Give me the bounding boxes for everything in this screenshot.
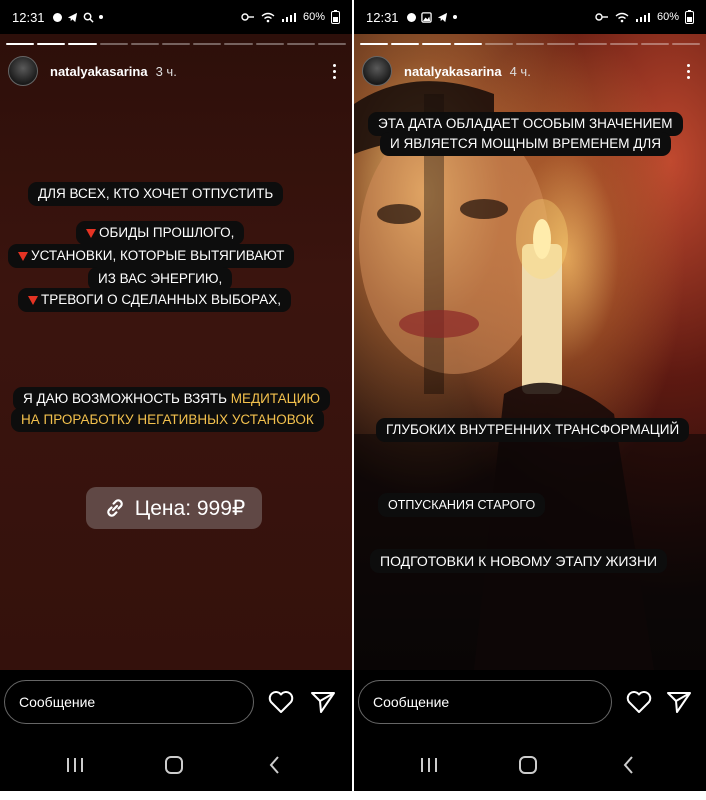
system-nav-bar bbox=[0, 738, 352, 791]
time-ago: 4 ч. bbox=[509, 63, 531, 79]
story-screen-right: 12:31 60% natalyakasarina 4 ч. ЭТА ДАТА … bbox=[354, 0, 706, 791]
more-icon[interactable] bbox=[680, 63, 696, 79]
price-label: Цена: 999₽ bbox=[134, 496, 246, 520]
story-progress bbox=[6, 43, 347, 45]
telegram-icon bbox=[67, 12, 77, 22]
price-link-sticker[interactable]: Цена: 999₽ bbox=[86, 487, 262, 529]
battery-icon bbox=[685, 10, 694, 24]
system-icons: 60% bbox=[595, 10, 694, 24]
caption-line: ДЛЯ ВСЕХ, КТО ХОЧЕТ ОТПУСТИТЬ bbox=[28, 182, 284, 206]
caption-line: ОТПУСКАНИЯ СТАРОГО bbox=[378, 493, 546, 517]
more-notifications-dot bbox=[98, 15, 103, 19]
avatar[interactable] bbox=[362, 56, 392, 86]
back-icon[interactable] bbox=[268, 756, 282, 774]
story-progress bbox=[360, 43, 701, 45]
status-bar: 12:31 60% bbox=[354, 0, 706, 34]
back-icon[interactable] bbox=[622, 756, 636, 774]
caption-item: ТРЕВОГИ О СДЕЛАННЫХ ВЫБОРАХ, bbox=[18, 288, 292, 312]
triangle-icon bbox=[86, 228, 96, 238]
signal-icon bbox=[281, 12, 296, 22]
story-screen-left: 12:31 60% natalyakasarina 3 ч. ДЛЯ ВСЕХ,… bbox=[0, 0, 352, 791]
message-input[interactable]: Сообщение bbox=[358, 680, 612, 724]
caption-offer: НА ПРОРАБОТКУ НЕГАТИВНЫХ УСТАНОВОК bbox=[11, 408, 324, 432]
status-time: 12:31 bbox=[12, 9, 45, 25]
recent-apps-icon[interactable] bbox=[418, 758, 440, 772]
caption-line: ПОДГОТОВКИ К НОВОМУ ЭТАПУ ЖИЗНИ bbox=[370, 549, 668, 573]
status-bar: 12:31 60% bbox=[0, 0, 352, 34]
time-ago: 3 ч. bbox=[155, 63, 177, 79]
caption-line: ГЛУБОКИХ ВНУТРЕННИХ ТРАНСФОРМАЦИЙ bbox=[376, 418, 690, 442]
status-time: 12:31 bbox=[366, 9, 399, 25]
reply-bar: Сообщение bbox=[354, 670, 706, 738]
username[interactable]: natalyakasarina bbox=[404, 64, 502, 79]
system-nav-bar bbox=[354, 738, 706, 791]
story-content[interactable]: natalyakasarina 3 ч. ДЛЯ ВСЕХ, КТО ХОЧЕТ… bbox=[0, 34, 352, 670]
avatar[interactable] bbox=[8, 56, 38, 86]
caption-item: ОБИДЫ ПРОШЛОГО, bbox=[76, 221, 245, 245]
wifi-icon bbox=[615, 12, 629, 22]
link-icon bbox=[106, 499, 123, 517]
recent-apps-icon[interactable] bbox=[64, 758, 86, 772]
triangle-icon bbox=[28, 295, 38, 305]
username[interactable]: natalyakasarina bbox=[50, 64, 148, 79]
home-icon[interactable] bbox=[165, 756, 183, 774]
image-icon bbox=[420, 11, 432, 23]
system-icons: 60% bbox=[241, 10, 340, 24]
battery-percent: 60% bbox=[302, 11, 325, 23]
story-header: natalyakasarina 4 ч. bbox=[362, 56, 696, 86]
notification-icons bbox=[406, 11, 457, 23]
signal-icon bbox=[635, 12, 650, 22]
message-input[interactable]: Сообщение bbox=[4, 680, 254, 724]
notification-dot-icon bbox=[52, 12, 62, 22]
story-content[interactable]: natalyakasarina 4 ч. ЭТА ДАТА ОБЛАДАЕТ О… bbox=[354, 34, 706, 670]
search-icon bbox=[83, 12, 94, 23]
send-icon[interactable] bbox=[310, 690, 336, 714]
send-icon[interactable] bbox=[666, 690, 692, 714]
story-header: natalyakasarina 3 ч. bbox=[8, 56, 342, 86]
triangle-icon bbox=[18, 251, 28, 261]
caption-item: УСТАНОВКИ, КОТОРЫЕ ВЫТЯГИВАЮТ bbox=[8, 244, 295, 268]
battery-percent: 60% bbox=[656, 11, 679, 23]
notification-dot-icon bbox=[406, 12, 416, 22]
notification-icons bbox=[52, 12, 103, 23]
key-icon bbox=[595, 13, 608, 21]
telegram-icon bbox=[437, 12, 447, 22]
key-icon bbox=[241, 13, 254, 21]
heart-icon[interactable] bbox=[268, 690, 294, 714]
reply-bar: Сообщение bbox=[0, 670, 352, 738]
home-icon[interactable] bbox=[519, 756, 537, 774]
heart-icon[interactable] bbox=[626, 690, 652, 714]
battery-icon bbox=[331, 10, 340, 24]
caption-line: И ЯВЛЯЕТСЯ МОЩНЫМ ВРЕМЕНЕМ ДЛЯ bbox=[380, 132, 672, 156]
wifi-icon bbox=[261, 12, 275, 22]
more-icon[interactable] bbox=[326, 63, 342, 79]
more-notifications-dot bbox=[452, 15, 457, 19]
